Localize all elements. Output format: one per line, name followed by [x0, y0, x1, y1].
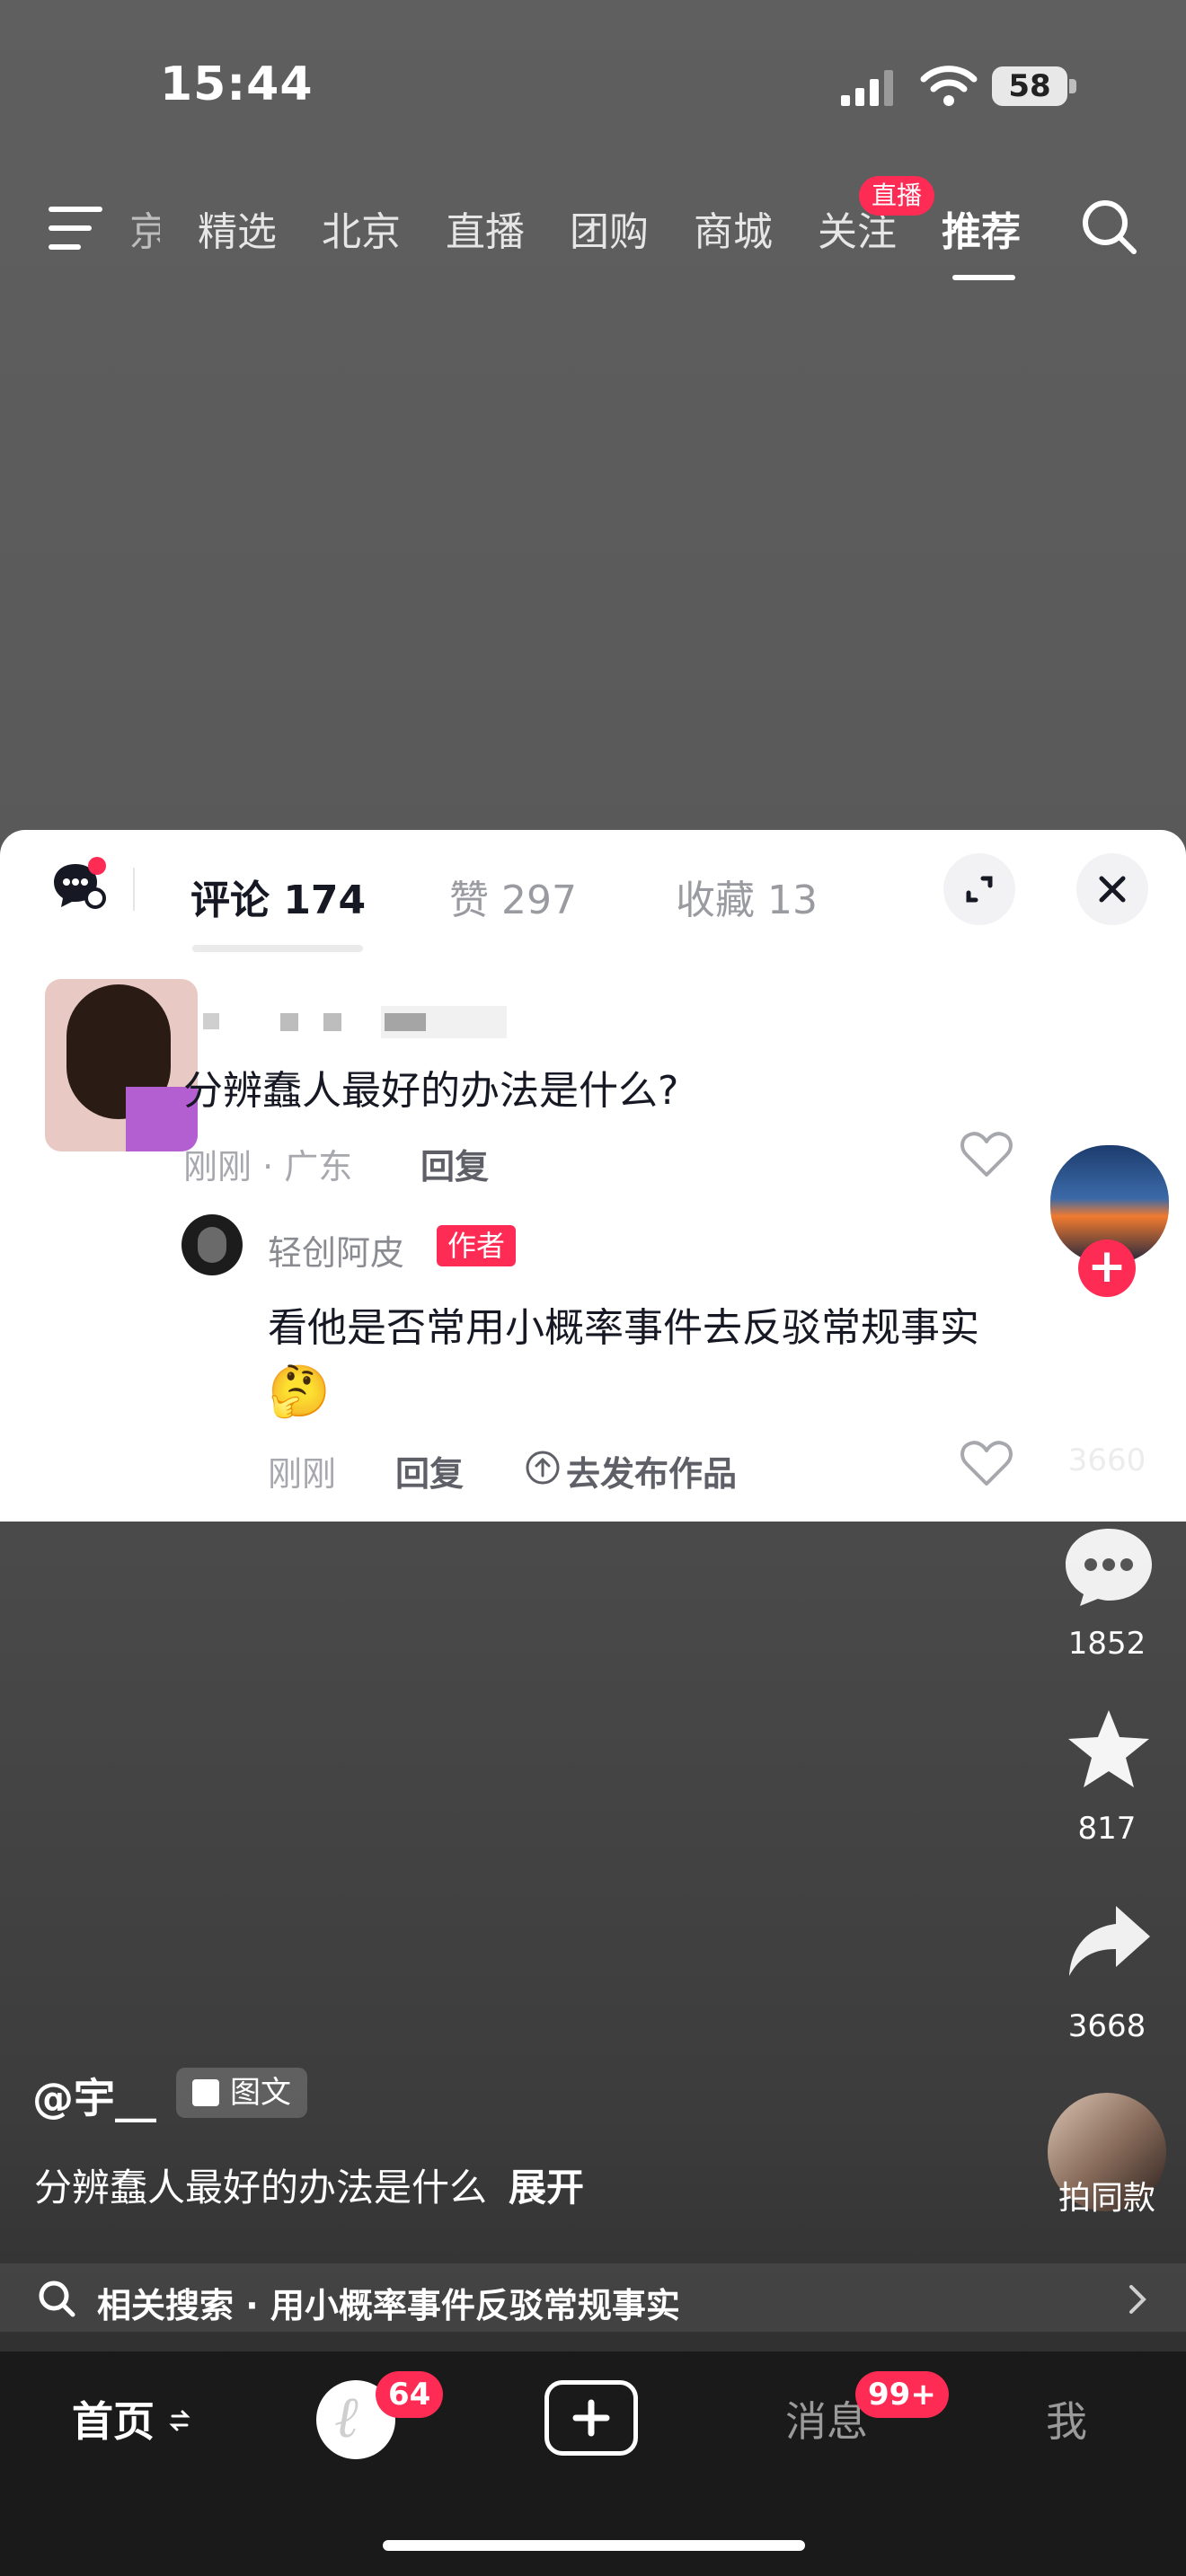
tab-comments[interactable]: 评论 174 — [190, 868, 366, 925]
home-indicator — [383, 2540, 805, 2551]
favorite-star-icon[interactable] — [1064, 1707, 1154, 1793]
post-description: 分辨蠢人最好的办法是什么 展开 — [34, 2157, 584, 2212]
comment-count: 1852 — [1067, 1626, 1146, 1662]
friends-logo-icon: ℓ — [334, 2385, 358, 2451]
reply-username[interactable]: 轻创阿皮 — [268, 1225, 404, 1275]
create-button[interactable] — [544, 2380, 638, 2456]
image-text-icon — [192, 2079, 219, 2106]
battery-indicator: 58 — [992, 66, 1067, 106]
related-search-icon — [39, 2280, 75, 2317]
status-time: 15:44 — [160, 57, 314, 111]
tab-recommended[interactable]: 推荐 — [942, 199, 1021, 257]
comment-bubble-icon[interactable] — [1062, 1523, 1155, 1610]
share-arrow-icon[interactable] — [1064, 1901, 1154, 1981]
share-count: 3668 — [1067, 2008, 1146, 2044]
plus-icon: + — [1087, 1239, 1127, 1293]
nav-me[interactable]: 我 — [1046, 2389, 1087, 2448]
description-text: 分辨蠢人最好的办法是什么 — [34, 2166, 488, 2210]
author-handle[interactable]: @宇__ — [32, 2066, 156, 2125]
tab-likes[interactable]: 赞 297 — [449, 868, 577, 925]
tab-partial[interactable]: 京 — [129, 199, 160, 257]
commenter-avatar[interactable] — [45, 979, 198, 1151]
reply-reply-button[interactable]: 回复 — [395, 1446, 464, 1495]
close-button[interactable] — [1076, 853, 1148, 925]
comment-meta: 刚刚 · 广东 — [183, 1147, 353, 1187]
expand-icon — [966, 876, 993, 903]
content-type-label: 图文 — [230, 2075, 291, 2111]
chevron-right-icon[interactable] — [1127, 2283, 1148, 2316]
expand-link[interactable]: 展开 — [509, 2166, 584, 2210]
switch-arrows-icon[interactable] — [169, 2407, 190, 2434]
tab-group-buy[interactable]: 团购 — [570, 199, 649, 257]
follow-button[interactable]: + — [1078, 1239, 1136, 1297]
tab-live[interactable]: 直播 — [446, 199, 525, 257]
favorite-count: 817 — [1077, 1811, 1137, 1847]
battery-nub — [1069, 79, 1076, 93]
panel-divider — [133, 868, 135, 911]
like-count: 3660 — [1067, 1442, 1146, 1478]
messages-badge: 99+ — [855, 2371, 949, 2418]
nav-home[interactable]: 首页 — [72, 2389, 155, 2448]
same-style-label[interactable]: 拍同款 — [1053, 2172, 1161, 2219]
tab-mall[interactable]: 商城 — [694, 199, 773, 257]
reply-meta: 刚刚 — [268, 1454, 337, 1494]
related-search-text[interactable]: 相关搜索 · 用小概率事件反驳常规事实 — [97, 2278, 680, 2327]
tab-featured[interactable]: 精选 — [198, 199, 277, 257]
wifi-icon — [920, 66, 978, 106]
upload-icon — [526, 1451, 560, 1485]
expand-button[interactable] — [943, 853, 1015, 925]
comment-text: 分辨蠢人最好的办法是什么? — [183, 1068, 679, 1114]
author-badge: 作者 — [437, 1225, 517, 1266]
menu-icon[interactable] — [49, 205, 106, 251]
comment-like-icon[interactable] — [960, 1130, 1013, 1180]
search-icon[interactable] — [1080, 198, 1139, 257]
reply-text: 看他是否常用小概率事件去反驳常规事实 — [268, 1305, 979, 1351]
plus-icon — [572, 2399, 610, 2437]
like-heart-icon[interactable] — [1062, 1338, 1155, 1425]
signal-icon — [841, 70, 893, 106]
reply-like-icon[interactable] — [960, 1439, 1013, 1489]
chat-settings-icon[interactable] — [50, 855, 110, 914]
thinking-emoji: 🤔 — [268, 1363, 331, 1421]
friends-badge: 64 — [376, 2371, 444, 2418]
blurred-username — [192, 1006, 507, 1038]
active-tab-indicator — [952, 275, 1015, 280]
comment-reply-button[interactable]: 回复 — [420, 1139, 489, 1188]
publish-work-link[interactable]: 去发布作品 — [566, 1446, 737, 1495]
live-badge: 直播 — [859, 176, 935, 216]
scrolled-content-edge — [192, 945, 363, 952]
close-icon — [1099, 876, 1126, 903]
content-type-tag: 图文 — [176, 2068, 307, 2118]
reply-avatar[interactable] — [181, 1214, 243, 1275]
tab-beijing[interactable]: 北京 — [322, 199, 401, 257]
tab-favorites[interactable]: 收藏 13 — [676, 868, 818, 925]
